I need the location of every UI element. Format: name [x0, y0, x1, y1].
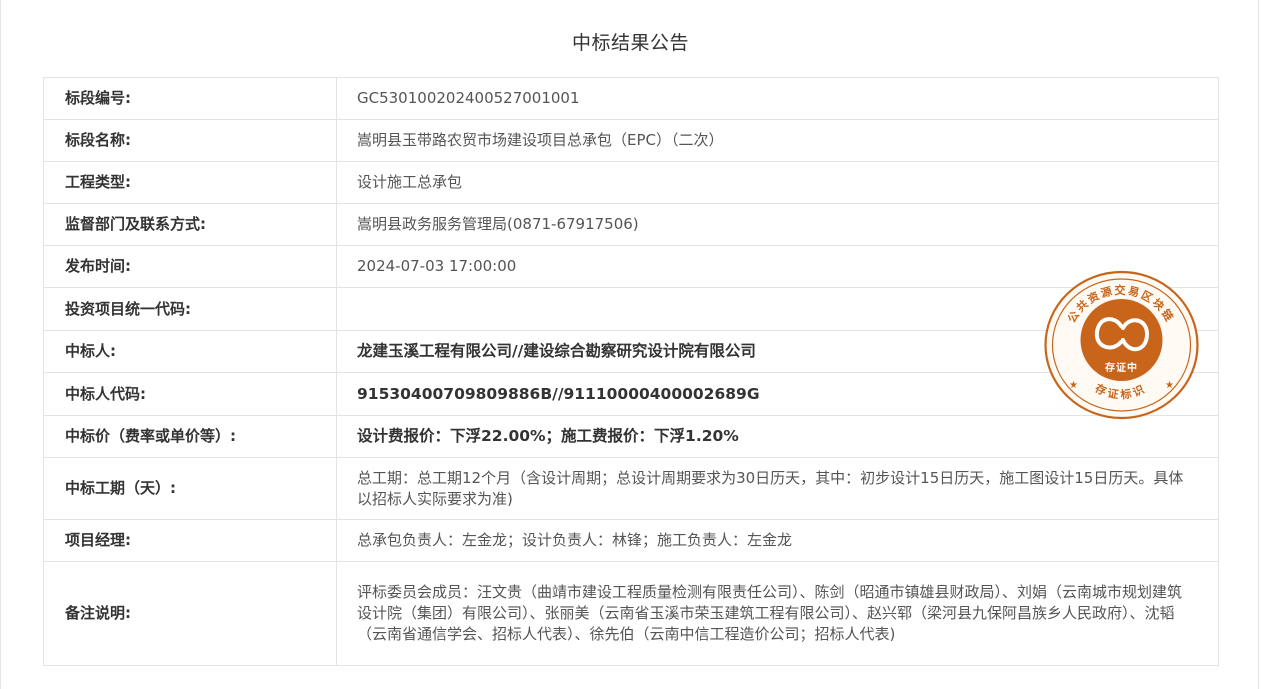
row-label-winner-code: 中标人代码:: [43, 372, 337, 416]
page-title: 中标结果公告: [571, 32, 689, 54]
seal-center-text: 存证中: [1105, 361, 1138, 374]
table-row: 标段名称: 嵩明县玉带路农贸市场建设项目总承包（EPC）（二次）: [43, 119, 1219, 162]
row-label-section-name: 标段名称:: [43, 119, 337, 162]
row-label-project-code: 投资项目统一代码:: [43, 287, 337, 331]
table-row: 中标工期（天）: 总工期：总工期12个月（含设计周期；总设计周期要求为30日历天…: [43, 457, 1219, 520]
row-value-section-number: GC530100202400527001001: [336, 77, 1219, 120]
table-row: 备注说明: 评标委员会成员：汪文贵（曲靖市建设工程质量检测有限责任公司）、陈剑（…: [43, 561, 1219, 666]
row-label-publish-time: 发布时间:: [43, 245, 337, 288]
row-value-section-name: 嵩明县玉带路农贸市场建设项目总承包（EPC）（二次）: [336, 119, 1219, 162]
row-label-winner: 中标人:: [43, 330, 337, 373]
blockchain-seal-stamp: 公共资源交易区块链 存证中 ★ ★ 存证标识: [1044, 270, 1199, 420]
row-label-section-number: 标段编号:: [43, 77, 337, 120]
row-value-winning-price: 设计费报价：下浮22.00%；施工费报价：下浮1.20%: [336, 415, 1219, 458]
table-row: 中标价（费率或单价等）: 设计费报价：下浮22.00%；施工费报价：下浮1.20…: [43, 415, 1219, 458]
star-icon: ★: [1069, 380, 1078, 391]
row-value-remarks: 评标委员会成员：汪文贵（曲靖市建设工程质量检测有限责任公司）、陈剑（昭通市镇雄县…: [336, 561, 1219, 666]
row-label-duration: 中标工期（天）:: [43, 457, 337, 520]
row-label-project-manager: 项目经理:: [43, 519, 337, 562]
table-row: 监督部门及联系方式: 嵩明县政务服务管理局(0871-67917506): [43, 203, 1219, 246]
table-row: 标段编号: GC530100202400527001001: [43, 77, 1219, 120]
row-value-supervisor: 嵩明县政务服务管理局(0871-67917506): [336, 203, 1219, 246]
row-value-project-type: 设计施工总承包: [336, 161, 1219, 204]
table-row: 工程类型: 设计施工总承包: [43, 161, 1219, 204]
row-label-remarks: 备注说明:: [43, 561, 337, 666]
row-value-project-manager: 总承包负责人：左金龙；设计负责人：林锋；施工负责人：左金龙: [336, 519, 1219, 562]
row-value-duration: 总工期：总工期12个月（含设计周期；总设计周期要求为30日历天，其中：初步设计1…: [336, 457, 1219, 520]
row-label-winning-price: 中标价（费率或单价等）:: [43, 415, 337, 458]
table-row: 项目经理: 总承包负责人：左金龙；设计负责人：林锋；施工负责人：左金龙: [43, 519, 1219, 562]
row-label-supervisor: 监督部门及联系方式:: [43, 203, 337, 246]
row-label-project-type: 工程类型:: [43, 161, 337, 204]
star-icon: ★: [1165, 380, 1174, 391]
